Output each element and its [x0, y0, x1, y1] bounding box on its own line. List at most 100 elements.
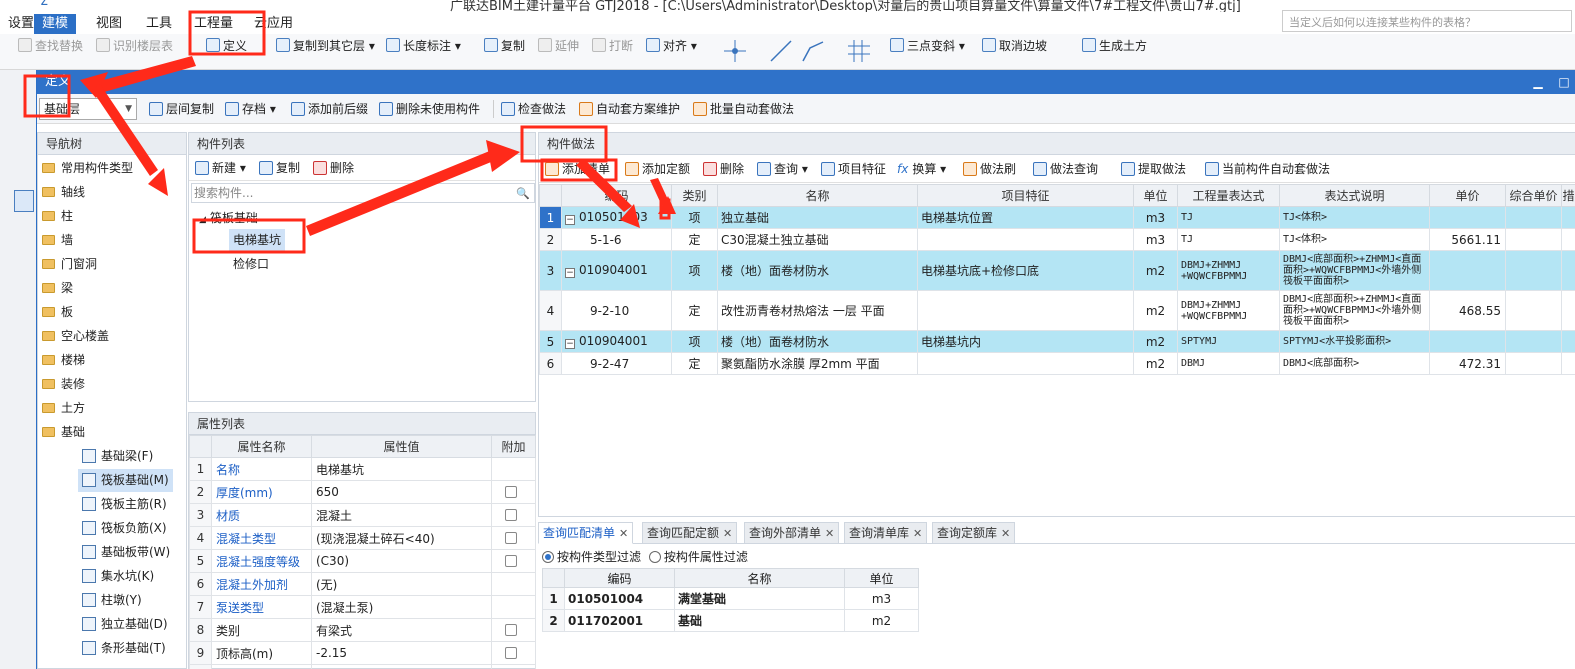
nav-item[interactable]: 楼梯	[42, 349, 85, 371]
auto-apply-button[interactable]: 当前构件自动套做法	[1205, 160, 1330, 178]
property-value[interactable]: (无)	[311, 572, 492, 596]
method-code[interactable]: 9-2-47	[561, 352, 672, 375]
batch-auto-button[interactable]: 批量自动套做法	[693, 100, 794, 118]
property-row[interactable]: 9 顶标高(m) -2.15	[189, 641, 536, 665]
nav-item[interactable]: 基础	[42, 421, 85, 443]
method-feature[interactable]: 电梯基坑内	[917, 330, 1134, 353]
collapse-icon[interactable]: −	[565, 339, 575, 349]
nav-item[interactable]: 墙	[42, 229, 73, 251]
convert-button[interactable]: fx 换算 ▾	[897, 160, 946, 178]
method-feature[interactable]	[917, 228, 1134, 251]
maximize-icon[interactable]: □	[1554, 70, 1574, 94]
method-name[interactable]: 改性沥青卷材热熔法 一层 平面	[717, 290, 918, 331]
method-feature[interactable]	[917, 290, 1134, 331]
sum-icon[interactable]: Σ	[40, 0, 48, 9]
grid-icon[interactable]	[846, 38, 872, 64]
property-value[interactable]: 650	[311, 480, 492, 504]
query-row[interactable]: 1 010501004 满堂基础 m3	[542, 587, 919, 610]
property-row[interactable]: 1 名称 电梯基坑	[189, 457, 536, 481]
method-row[interactable]: 5−010904001 项楼（地）面卷材防水 电梯基坑内 m2 SPTYMJ SPTYMJ…	[539, 330, 1575, 353]
save-button[interactable]: 存档 ▾	[225, 100, 276, 118]
method-name[interactable]: 独立基础	[717, 206, 918, 229]
collapse-triangle-icon[interactable]: ◢	[199, 215, 206, 225]
nav-sub-item[interactable]: 柱墩(Y)	[78, 589, 146, 612]
method-row[interactable]: 2 5-1-6 定 C30混凝土独立基础 m3 TJ TJ<体积> 5661.11	[539, 228, 1575, 251]
method-code[interactable]: −010501003	[561, 206, 672, 229]
three-point-slope-button[interactable]: 三点变斜 ▾	[890, 37, 965, 55]
nav-item[interactable]: 柱	[42, 205, 73, 227]
extract-method-button[interactable]: 提取做法	[1121, 160, 1186, 178]
line-icon[interactable]	[768, 38, 794, 64]
copy-component-button[interactable]: 复制	[259, 159, 300, 177]
method-expression[interactable]: DBMJ+ZHMMJ +WQWCFBPMMJ	[1177, 290, 1280, 331]
method-feature[interactable]: 电梯基坑底+检修口底	[917, 250, 1134, 291]
item-feature-button[interactable]: 项目特征	[821, 160, 886, 178]
close-icon[interactable]: ✕	[619, 527, 628, 540]
property-row[interactable]: 5 混凝土强度等级 (C30)	[189, 549, 536, 573]
floor-copy-button[interactable]: 层间复制	[149, 100, 214, 118]
menu-view[interactable]: 视图	[88, 14, 130, 34]
query-row[interactable]: 2 011702001 基础 m2	[542, 609, 919, 632]
find-replace-button[interactable]: 查找替换	[18, 37, 83, 55]
method-row[interactable]: 4 9-2-10 定改性沥青卷材热熔法 一层 平面 m2 DBMJ+ZHMMJ +WQ…	[539, 290, 1575, 331]
close-icon[interactable]: ✕	[913, 527, 922, 540]
menu-tools[interactable]: 工具	[138, 14, 180, 34]
method-name[interactable]: C30混凝土独立基础	[717, 228, 918, 251]
delete-component-button[interactable]: 删除	[313, 159, 354, 177]
method-feature[interactable]	[917, 352, 1134, 375]
nav-sub-item[interactable]: 筏板主筋(R)	[78, 493, 171, 516]
nav-sub-item[interactable]: 条形基础(T)	[78, 637, 170, 660]
method-row[interactable]: 1−010501003 项独立基础 电梯基坑位置 m3 TJ TJ<体积>	[539, 206, 1575, 229]
nav-item[interactable]: 土方	[42, 397, 85, 419]
add-quota-button[interactable]: 添加定额	[625, 160, 690, 178]
property-value[interactable]: -2.15	[311, 641, 492, 665]
menu-build[interactable]: 建模	[34, 14, 77, 34]
nav-item[interactable]: 轴线	[42, 181, 85, 203]
method-code[interactable]: 5-1-6	[561, 228, 672, 251]
left-panel-icon[interactable]	[14, 190, 34, 212]
point-icon[interactable]	[722, 38, 748, 64]
break-button[interactable]: 打断	[592, 37, 633, 55]
method-code[interactable]: 9-2-10	[561, 290, 672, 331]
method-name[interactable]: 楼（地）面卷材防水	[717, 330, 918, 353]
method-row[interactable]: 6 9-2-47 定聚氨酯防水涂膜 厚2mm 平面 m2 DBMJ DBMJ<底部面积>…	[539, 352, 1575, 375]
close-icon[interactable]: ✕	[723, 527, 732, 540]
method-expression[interactable]: DBMJ	[1177, 352, 1280, 375]
extra-checkbox[interactable]	[505, 486, 517, 498]
search-icon[interactable]: 🔍	[516, 185, 530, 203]
nav-item[interactable]: 梁	[42, 277, 73, 299]
property-value[interactable]: 混凝土	[311, 503, 492, 527]
method-expression[interactable]: SPTYMJ	[1177, 330, 1280, 353]
method-code[interactable]: −010904001	[561, 250, 672, 291]
polyline-icon[interactable]	[800, 38, 826, 64]
property-value[interactable]: -2.8	[311, 664, 492, 669]
method-expression[interactable]: DBMJ+ZHMMJ +WQWCFBPMMJ	[1177, 250, 1280, 291]
close-icon[interactable]: ✕	[825, 527, 834, 540]
nav-item[interactable]: 常用构件类型	[42, 157, 133, 179]
nav-sub-item[interactable]: 基础板带(W)	[78, 541, 174, 564]
nav-sub-item[interactable]: 基础梁(F)	[78, 445, 157, 468]
query-tab[interactable]: 查询匹配清单 ✕	[538, 522, 634, 544]
query-tab[interactable]: 查询外部清单 ✕	[744, 522, 840, 544]
add-prefix-suffix-button[interactable]: 添加前后缀	[291, 100, 368, 118]
method-name[interactable]: 楼（地）面卷材防水	[717, 250, 918, 291]
property-value[interactable]: (现浇混凝土碎石<40)	[311, 526, 492, 550]
extra-checkbox[interactable]	[505, 647, 517, 659]
property-row[interactable]: 3 材质 混凝土	[189, 503, 536, 527]
collapse-icon[interactable]: −	[565, 215, 575, 225]
nav-sub-item[interactable]: 独立基础(D)	[78, 613, 172, 636]
nav-item[interactable]: 装修	[42, 373, 85, 395]
extra-checkbox[interactable]	[505, 555, 517, 567]
copy-to-other-floor-button[interactable]: 复制到其它层 ▾	[276, 37, 375, 55]
close-icon[interactable]: ✕	[1001, 527, 1010, 540]
nav-sub-item[interactable]: 集水坑(K)	[78, 565, 158, 588]
define-button[interactable]: 定义	[206, 37, 247, 55]
tree-node-elevator-pit[interactable]: 电梯基坑	[229, 229, 286, 251]
length-label-button[interactable]: 长度标注 ▾	[386, 37, 461, 55]
tree-node-raft-foundation[interactable]: ◢ 筏板基础	[199, 207, 258, 229]
query-button[interactable]: 查询 ▾	[757, 160, 808, 178]
nav-item[interactable]: 门窗洞	[42, 253, 97, 275]
method-feature[interactable]: 电梯基坑位置	[917, 206, 1134, 229]
extra-checkbox[interactable]	[505, 532, 517, 544]
collapse-icon[interactable]: −	[565, 268, 575, 278]
